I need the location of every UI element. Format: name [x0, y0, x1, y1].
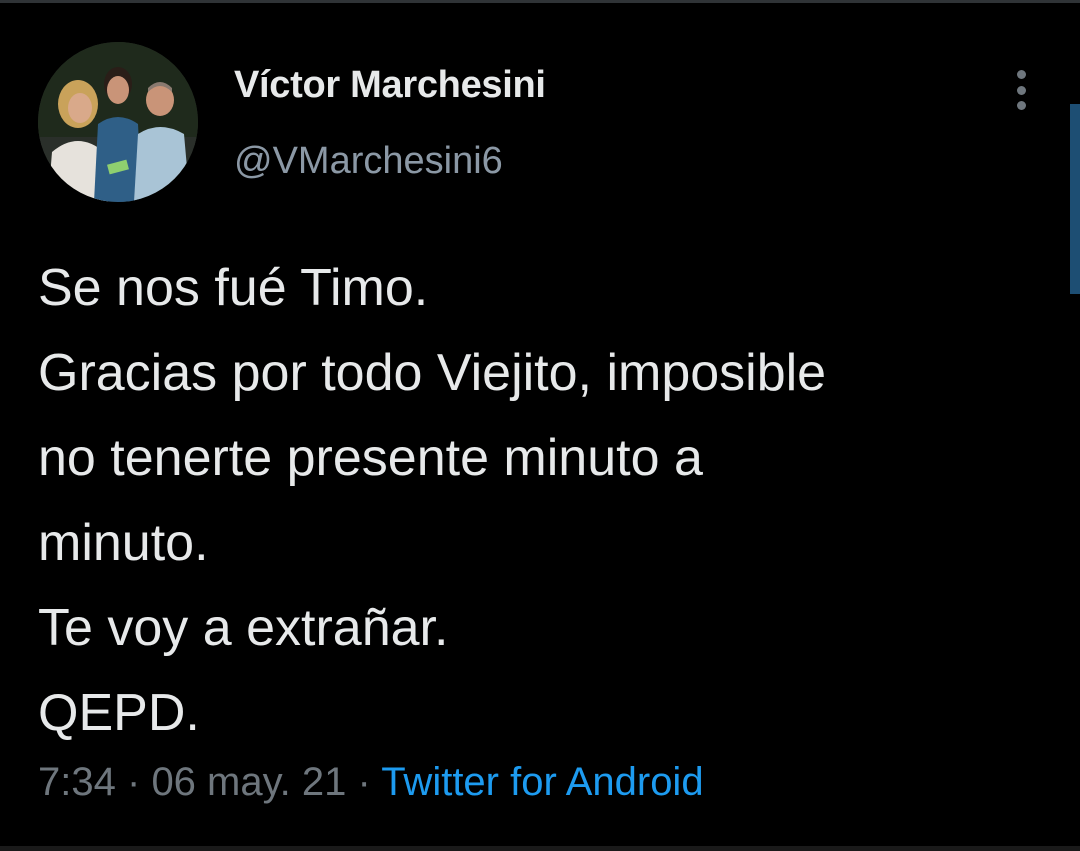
tweet-metadata: 7:34 · 06 may. 21 · Twitter for Android — [38, 760, 704, 805]
meta-separator: · — [357, 760, 371, 804]
tweet-text-line: minuto. — [38, 514, 209, 572]
vertical-ellipsis-icon — [1016, 70, 1026, 79]
top-divider — [0, 0, 1080, 3]
author-handle[interactable]: @VMarchesini6 — [234, 140, 503, 183]
tweet-text-line: no tenerte presente minuto a — [38, 429, 703, 487]
tweet-text-line: QEPD. — [38, 684, 200, 742]
tweet-source-link[interactable]: Twitter for Android — [381, 760, 703, 804]
author-avatar[interactable] — [38, 42, 198, 202]
vertical-ellipsis-icon — [1016, 85, 1026, 95]
tweet-date[interactable]: 06 may. 21 — [151, 760, 346, 804]
author-display-name[interactable]: Víctor Marchesini — [234, 64, 546, 107]
more-options-button[interactable] — [1004, 66, 1038, 114]
profile-photo-icon — [38, 42, 198, 202]
tweet-text: Se nos fué Timo. Gracias por todo Viejit… — [38, 246, 1048, 756]
tweet-text-line: Gracias por todo Viejito, imposible — [38, 344, 827, 402]
vertical-ellipsis-icon — [1016, 101, 1026, 110]
scroll-indicator — [1070, 104, 1080, 294]
meta-separator: · — [126, 760, 141, 804]
bottom-divider — [0, 846, 1080, 851]
tweet-text-line: Se nos fué Timo. — [38, 259, 429, 317]
tweet-time[interactable]: 7:34 — [38, 760, 116, 804]
tweet-text-line: Te voy a extrañar. — [38, 599, 449, 657]
